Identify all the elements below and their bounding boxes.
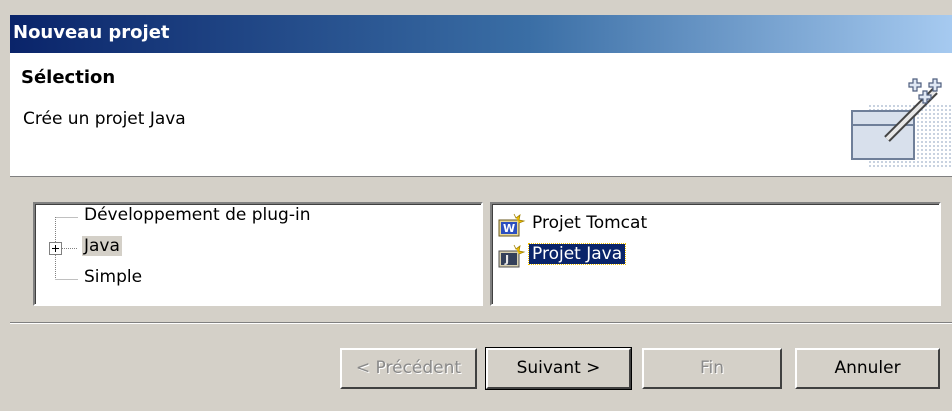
title-bar[interactable]: Nouveau projet	[10, 15, 952, 53]
svg-text:J: J	[504, 253, 509, 266]
cancel-button[interactable]: Annuler	[795, 348, 940, 389]
list-item-label: Projet Java	[527, 243, 627, 265]
svg-text:W: W	[503, 222, 515, 235]
java-project-icon: J	[498, 244, 526, 268]
tree-item-label: Simple	[84, 267, 143, 287]
tree-item-label: Développement de plug-in	[84, 205, 311, 225]
tomcat-project-icon: W	[498, 213, 526, 237]
window-title: Nouveau projet	[13, 22, 170, 43]
button-separator	[10, 322, 952, 324]
page-title: Sélection	[21, 67, 116, 88]
tree-item-simple[interactable]: Simple	[35, 266, 481, 292]
expand-plus-icon[interactable]	[49, 242, 62, 255]
wizard-header: Sélection Crée un projet Java	[10, 53, 952, 177]
tree-item-plugin-development[interactable]: Développement de plug-in	[35, 204, 481, 230]
page-description: Crée un projet Java	[23, 109, 186, 129]
tree-item-label: Java	[82, 236, 122, 256]
new-wizard-icon	[851, 78, 952, 168]
wizard-list[interactable]: W Projet Tomcat J Projet Java	[490, 202, 941, 306]
wizard-category-tree[interactable]: Développement de plug-in Java Simple	[33, 202, 483, 306]
list-item-tomcat-project[interactable]: W Projet Tomcat	[496, 210, 926, 238]
tree-item-java[interactable]: Java	[35, 235, 481, 261]
list-item-label: Projet Tomcat	[532, 213, 648, 233]
list-item-java-project[interactable]: J Projet Java	[496, 241, 926, 269]
back-button[interactable]: < Précédent	[340, 348, 477, 389]
next-button[interactable]: Suivant >	[485, 347, 632, 390]
finish-button[interactable]: Fin	[642, 348, 782, 389]
